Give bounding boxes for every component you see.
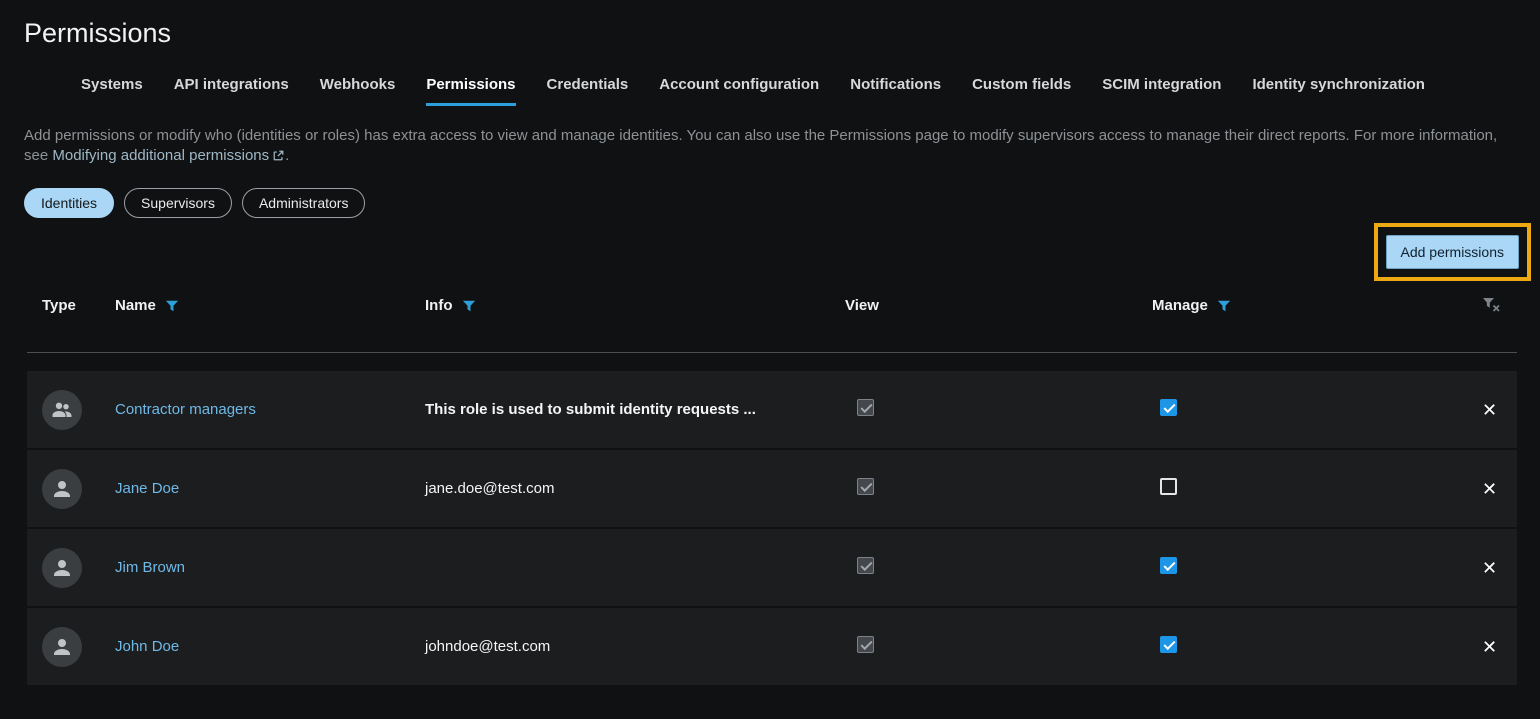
- tab-webhooks[interactable]: Webhooks: [320, 76, 396, 106]
- avatar: [42, 627, 82, 667]
- manage-checkbox[interactable]: [1160, 399, 1177, 416]
- tab-permissions[interactable]: Permissions: [426, 76, 515, 106]
- name-header-label: Name: [115, 297, 156, 314]
- manage-checkbox[interactable]: [1160, 636, 1177, 653]
- remove-row-button[interactable]: ✕: [1482, 559, 1497, 577]
- column-header-info: Info: [425, 297, 845, 314]
- view-cell: [845, 478, 1152, 500]
- table-row: Jim Brown ✕: [27, 529, 1517, 606]
- manage-cell: [1152, 557, 1482, 579]
- type-header-label: Type: [42, 297, 76, 314]
- name-cell: Jim Brown: [115, 559, 425, 577]
- person-icon: [50, 635, 74, 659]
- tab-account-configuration[interactable]: Account configuration: [659, 76, 819, 106]
- avatar: [42, 469, 82, 509]
- add-permissions-button[interactable]: Add permissions: [1386, 235, 1520, 269]
- name-cell: Jane Doe: [115, 480, 425, 498]
- view-checkbox: [857, 636, 874, 653]
- table-row: Jane Doe jane.doe@test.com ✕: [27, 450, 1517, 527]
- tab-api-integrations[interactable]: API integrations: [174, 76, 289, 106]
- view-header-label: View: [845, 297, 879, 314]
- view-checkbox: [857, 557, 874, 574]
- manage-cell: [1152, 636, 1482, 658]
- view-cell: [845, 399, 1152, 421]
- permissions-page: Permissions Systems API integrations Webho…: [0, 0, 1540, 719]
- page-description: Add permissions or modify who (identitie…: [24, 126, 1516, 166]
- tab-systems[interactable]: Systems: [81, 76, 143, 106]
- person-icon: [50, 477, 74, 501]
- type-cell: [42, 469, 115, 509]
- view-checkbox: [857, 478, 874, 495]
- info-text: This role is used to submit identity req…: [425, 401, 756, 418]
- identity-name-link[interactable]: Jim Brown: [115, 559, 185, 576]
- identity-name-link[interactable]: Contractor managers: [115, 401, 256, 418]
- name-cell: Contractor managers: [115, 401, 425, 419]
- manage-checkbox[interactable]: [1160, 478, 1177, 495]
- remove-row-button[interactable]: ✕: [1482, 638, 1497, 656]
- filter-pill-supervisors[interactable]: Supervisors: [124, 188, 232, 218]
- modifying-permissions-link[interactable]: Modifying additional permissions: [52, 147, 285, 164]
- column-header-name: Name: [115, 297, 425, 314]
- column-header-type: Type: [42, 297, 115, 314]
- description-period: .: [285, 147, 289, 164]
- column-header-view: View: [845, 297, 1152, 314]
- tab-notifications[interactable]: Notifications: [850, 76, 941, 106]
- type-cell: [42, 627, 115, 667]
- filter-pill-identities[interactable]: Identities: [24, 188, 114, 218]
- view-checkbox: [857, 399, 874, 416]
- type-cell: [42, 390, 115, 430]
- remove-row-button[interactable]: ✕: [1482, 401, 1497, 419]
- name-filter-icon[interactable]: [165, 299, 179, 313]
- manage-header-label: Manage: [1152, 297, 1208, 314]
- type-cell: [42, 548, 115, 588]
- info-cell: jane.doe@test.com: [425, 480, 845, 498]
- link-text: Modifying additional permissions: [52, 147, 269, 164]
- filter-pill-group: Identities Supervisors Administrators: [24, 188, 1540, 218]
- actions-cell: ✕: [1482, 480, 1525, 498]
- info-text: johndoe@test.com: [425, 638, 550, 655]
- manage-checkbox[interactable]: [1160, 557, 1177, 574]
- tab-identity-synchronization[interactable]: Identity synchronization: [1252, 76, 1425, 106]
- tab-custom-fields[interactable]: Custom fields: [972, 76, 1071, 106]
- tab-credentials[interactable]: Credentials: [547, 76, 629, 106]
- clear-filters-icon[interactable]: [1482, 297, 1501, 313]
- remove-row-button[interactable]: ✕: [1482, 480, 1497, 498]
- info-cell: This role is used to submit identity req…: [425, 401, 845, 419]
- info-cell: johndoe@test.com: [425, 638, 845, 656]
- external-link-icon: [272, 149, 285, 162]
- tab-bar: Systems API integrations Webhooks Permissio…: [81, 76, 1540, 106]
- avatar: [42, 390, 82, 430]
- header-actions: [1482, 297, 1529, 313]
- actions-cell: ✕: [1482, 559, 1525, 577]
- identity-name-link[interactable]: John Doe: [115, 638, 179, 655]
- name-cell: John Doe: [115, 638, 425, 656]
- filter-pill-administrators[interactable]: Administrators: [242, 188, 365, 218]
- manage-cell: [1152, 478, 1482, 500]
- person-icon: [50, 556, 74, 580]
- page-title: Permissions: [24, 16, 1540, 50]
- toolbar: Add permissions: [0, 223, 1540, 281]
- annotation-highlight-box: Add permissions: [1374, 223, 1532, 281]
- info-filter-icon[interactable]: [462, 299, 476, 313]
- group-icon: [50, 398, 74, 422]
- column-header-manage: Manage: [1152, 297, 1482, 314]
- actions-cell: ✕: [1482, 638, 1525, 656]
- info-header-label: Info: [425, 297, 453, 314]
- avatar: [42, 548, 82, 588]
- view-cell: [845, 557, 1152, 579]
- info-text: jane.doe@test.com: [425, 480, 554, 497]
- manage-filter-icon[interactable]: [1217, 299, 1231, 313]
- manage-cell: [1152, 399, 1482, 421]
- table-body: Contractor managers This role is used to…: [27, 371, 1517, 685]
- table-row: Contractor managers This role is used to…: [27, 371, 1517, 448]
- permissions-table: Type Name Info View Manage Contractor ma…: [27, 281, 1517, 685]
- view-cell: [845, 636, 1152, 658]
- actions-cell: ✕: [1482, 401, 1525, 419]
- tab-scim-integration[interactable]: SCIM integration: [1102, 76, 1221, 106]
- table-row: John Doe johndoe@test.com ✕: [27, 608, 1517, 685]
- table-header: Type Name Info View Manage: [27, 281, 1517, 353]
- identity-name-link[interactable]: Jane Doe: [115, 480, 179, 497]
